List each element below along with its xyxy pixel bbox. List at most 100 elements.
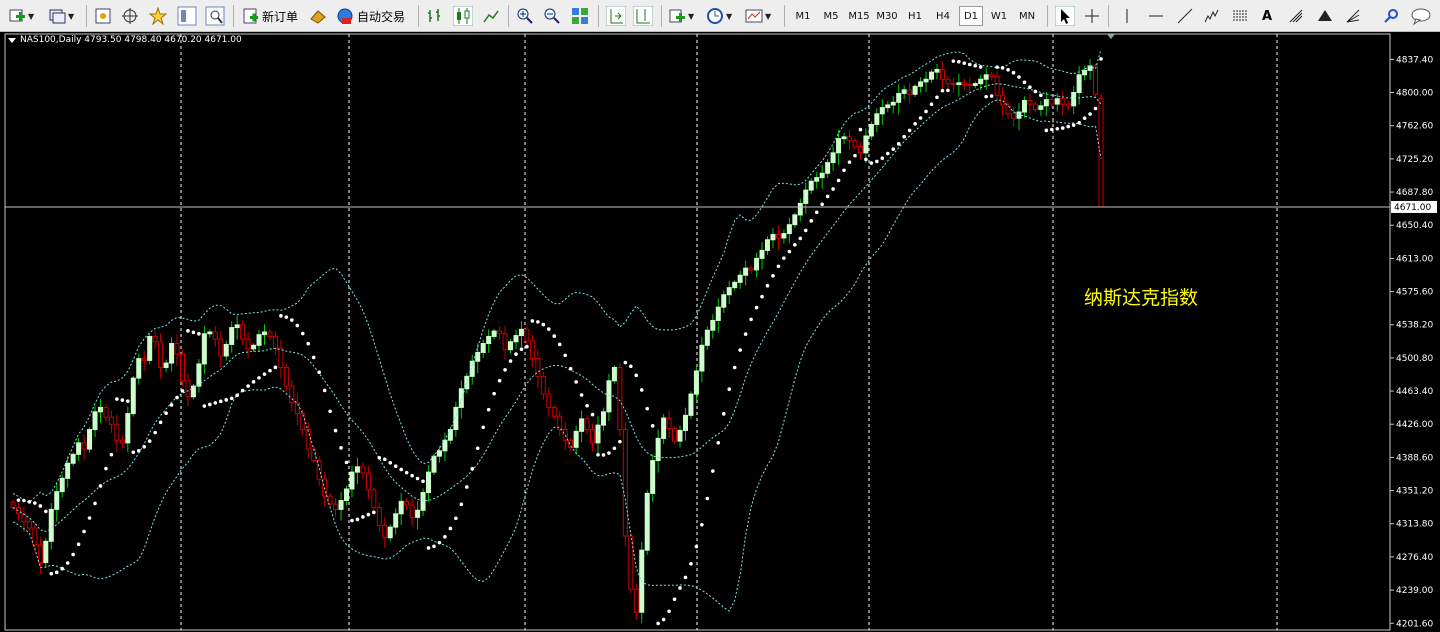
timeframe-m1-button[interactable]: M1 [791, 6, 815, 26]
candle-body [70, 453, 76, 464]
trendline-button[interactable] [1176, 5, 1194, 27]
arrow-button[interactable] [1316, 5, 1334, 27]
parabolic-sar-dot [831, 187, 835, 191]
timeframe-mn-button[interactable]: MN [1015, 6, 1039, 26]
timeframe-m15-button[interactable]: M15 [847, 6, 871, 26]
parabolic-sar-dot [60, 566, 65, 571]
parabolic-sar-dot [711, 469, 715, 473]
bollinger-middle-band [12, 83, 1102, 532]
cursor-button[interactable] [1055, 5, 1075, 27]
parabolic-sar-dot [93, 501, 97, 506]
parabolic-sar-dot [175, 395, 179, 400]
parabolic-sar-dot [393, 464, 398, 469]
text-label-button[interactable] [1287, 5, 1305, 27]
parabolic-sar-dot [607, 451, 611, 455]
timeframe-d1-button[interactable]: D1 [959, 6, 983, 26]
candle-body [792, 214, 798, 226]
candle-body [1043, 99, 1049, 107]
line-chart-button[interactable] [482, 5, 500, 27]
parabolic-sar-dot [71, 552, 75, 557]
favorites-button[interactable] [149, 5, 167, 27]
chart-shift-button[interactable] [633, 5, 653, 27]
candle-body [611, 366, 617, 382]
terminal-button[interactable] [205, 5, 225, 27]
navigator-button[interactable] [121, 5, 139, 27]
candle-body [661, 417, 667, 439]
parabolic-sar-dot [443, 535, 447, 539]
price-chart[interactable]: 4837.40 4800.00 4762.60 4725.20 4687.80 4650.… [0, 32, 1440, 632]
data-window-icon [177, 6, 197, 26]
timeframe-m5-button[interactable]: M5 [819, 6, 843, 26]
timeframe-m30-button[interactable]: M30 [875, 6, 899, 26]
profiles-button[interactable]: ▼ [48, 5, 74, 27]
candle-body [524, 328, 530, 342]
auto-trading-toggle-icon-button[interactable] [309, 5, 327, 27]
fibo-fan-button[interactable] [1344, 5, 1362, 27]
parabolic-sar-dot [454, 516, 458, 521]
candlestick-button[interactable] [453, 5, 473, 27]
parabolic-sar-dot [377, 455, 382, 460]
candle-body [699, 344, 705, 372]
parabolic-sar-dot [470, 466, 475, 471]
candle-body [600, 411, 606, 426]
parabolic-sar-dot [350, 518, 354, 523]
chart-window[interactable]: 4837.40 4800.00 4762.60 4725.20 4687.80 4650.… [0, 32, 1440, 632]
candlestick-icon [453, 6, 473, 26]
new-chart-button[interactable]: ▼ [8, 5, 34, 27]
line-chart-icon [482, 7, 500, 25]
candle-body [934, 68, 940, 73]
y-tick-label: 4762.60 [1396, 122, 1433, 132]
new-order-button[interactable]: 新订单 [241, 5, 298, 27]
parabolic-sar-dot [208, 402, 212, 407]
timeframe-h4-button[interactable]: H4 [931, 6, 955, 26]
vertical-line-button[interactable] [1118, 5, 1136, 27]
parabolic-sar-dot [388, 460, 393, 465]
parabolic-sar-dot [820, 202, 824, 207]
search-button[interactable] [1382, 5, 1400, 27]
candle-body [114, 423, 120, 441]
candle-body [803, 189, 809, 204]
candle-body [704, 329, 710, 346]
bar-chart-button[interactable] [426, 5, 444, 27]
indicators-button[interactable]: ▼ [668, 5, 694, 27]
candle-body [945, 78, 951, 85]
parabolic-sar-dot [410, 473, 414, 478]
parabolic-sar-dot [568, 366, 573, 371]
text-button[interactable]: A [1262, 5, 1272, 27]
candle-body [672, 428, 678, 442]
horizontal-line-button[interactable] [1147, 5, 1165, 27]
candle-body [136, 358, 142, 379]
timeframe-h1-button[interactable]: H1 [903, 6, 927, 26]
parabolic-sar-dot [366, 512, 371, 517]
candle-body [486, 335, 492, 345]
candle-body [393, 513, 399, 528]
parabolic-sar-dot [1071, 123, 1076, 127]
chat-button[interactable] [1410, 5, 1432, 27]
market-watch-button[interactable] [94, 5, 112, 27]
parabolic-sar-dot [618, 439, 622, 444]
fibonacci-button[interactable] [1231, 5, 1249, 27]
auto-scroll-button[interactable] [606, 5, 626, 27]
zoom-out-button[interactable] [543, 5, 561, 27]
candle-body [682, 414, 688, 431]
tile-windows-button[interactable] [571, 5, 589, 27]
candle-body [311, 448, 317, 462]
parabolic-sar-dot [918, 116, 923, 120]
parabolic-sar-dot [787, 249, 792, 254]
parabolic-sar-dot [355, 517, 360, 522]
zoom-in-button[interactable] [516, 5, 534, 27]
crosshair-button[interactable] [1083, 5, 1101, 27]
auto-trading-button[interactable]: 自动交易 [336, 5, 405, 27]
data-window-button[interactable] [177, 5, 197, 27]
parabolic-sar-dot [896, 142, 901, 146]
templates-button[interactable]: ▼ [745, 5, 771, 27]
equidistant-channel-button[interactable] [1203, 5, 1221, 27]
chart-title: NAS100,Daily 4793.50 4798.40 4670.20 467… [20, 35, 242, 45]
candle-body [868, 123, 874, 137]
parabolic-sar-dot [754, 305, 759, 310]
bollinger-lower-band [12, 99, 1102, 612]
candle-body [404, 500, 410, 506]
candle-body [874, 113, 880, 125]
timeframe-w1-button[interactable]: W1 [987, 6, 1011, 26]
periods-button[interactable]: ▼ [706, 5, 732, 27]
